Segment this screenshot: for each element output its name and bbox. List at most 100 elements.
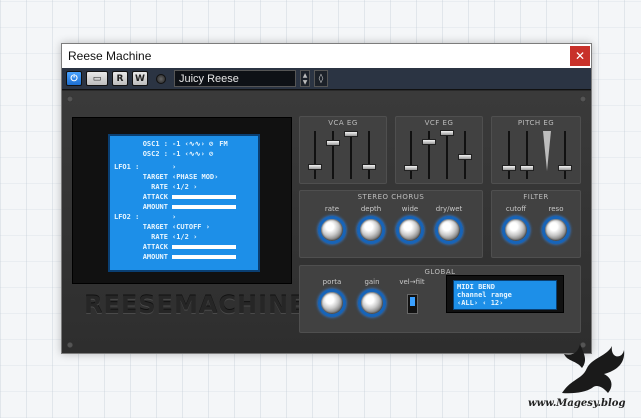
vca-sustain-slider[interactable] — [344, 131, 358, 137]
lfo1-rate-label: RATE — [151, 183, 168, 191]
gain-knob-label: gain — [364, 278, 380, 286]
lfo1-rate-value[interactable]: ‹1/2 › — [172, 182, 197, 192]
lfo2-value[interactable]: › — [172, 212, 176, 222]
lfo2-target-value[interactable]: ‹CUTOFF › — [172, 222, 210, 232]
slider-track — [508, 131, 510, 179]
pitch-eg-title: PITCH EG — [517, 119, 555, 127]
velfilt-group: vel→filt — [394, 278, 430, 289]
preset-name-field[interactable]: Juicy Reese — [174, 70, 296, 87]
depth-knob[interactable] — [357, 216, 385, 244]
depth-knob-group: depth — [353, 205, 389, 244]
title-bar: Reese Machine ✕ — [62, 44, 591, 68]
screw-icon — [580, 96, 586, 102]
wide-knob-group: wide — [392, 205, 428, 244]
slider-track — [314, 131, 316, 179]
osc2-label: OSC2 : — [142, 150, 168, 158]
watermark: www.Magesy.blog — [528, 398, 626, 409]
slider-track — [526, 131, 528, 179]
window-title: Reese Machine — [68, 49, 152, 63]
slider-track — [410, 131, 412, 179]
midi-display: MIDI BEND channel range ‹ALL› ‹ 12› — [453, 280, 557, 310]
vcf-attack-slider[interactable] — [404, 165, 418, 171]
preset-menu-button[interactable]: ◊ — [314, 70, 328, 87]
lfo2-rate-label: RATE — [151, 233, 168, 241]
vca-eg-section: VCA EG — [299, 116, 387, 184]
write-button[interactable]: W — [132, 71, 148, 86]
wide-knob[interactable] — [396, 216, 424, 244]
fm-label: FM — [219, 140, 228, 148]
vcf-eg-title: VCF EG — [424, 119, 454, 127]
lfo1-target-value[interactable]: ‹PHASE MOD› — [172, 172, 218, 182]
main-display-frame: OSC1 : -1 ‹∿∿› ⊘ FM OSC2 : -1 ‹∿∿› ⊘ LFO1 :… — [72, 117, 292, 284]
pitch-decay-slider[interactable] — [520, 165, 534, 171]
read-button[interactable]: R — [112, 71, 128, 86]
slider-track — [564, 131, 566, 179]
power-button[interactable]: ⏻ — [66, 71, 82, 86]
screw-icon — [67, 342, 73, 348]
gain-knob[interactable] — [358, 289, 386, 317]
vcf-sustain-slider[interactable] — [440, 130, 454, 136]
filter-section: FILTER cutoff reso — [491, 190, 581, 258]
lfo2-attack-bar[interactable] — [172, 245, 236, 249]
plugin-window: Reese Machine ✕ ⏻ ▭ R W Juicy Reese ▲ ▼ … — [61, 43, 592, 354]
preset-stepper[interactable]: ▲ ▼ — [300, 70, 310, 87]
drywet-knob[interactable] — [435, 216, 463, 244]
lfo2-rate-value[interactable]: ‹1/2 › — [172, 232, 197, 242]
midi-header-line1: MIDI BEND — [457, 283, 495, 291]
lfo2-amount-bar[interactable] — [172, 255, 236, 259]
toolbar: ⏻ ▭ R W Juicy Reese ▲ ▼ ◊ — [62, 68, 591, 90]
vcf-release-slider[interactable] — [458, 154, 472, 160]
lfo1-target-label: TARGET — [142, 173, 168, 181]
power-icon: ⏻ — [70, 73, 78, 84]
velfilt-toggle[interactable] — [407, 294, 418, 314]
lfo2-amount-label: AMOUNT — [142, 253, 168, 261]
midi-values-line[interactable]: ‹ALL› ‹ 12› — [457, 299, 553, 307]
lfo1-attack-bar[interactable] — [172, 195, 236, 199]
screw-icon — [67, 96, 73, 102]
synth-panel: OSC1 : -1 ‹∿∿› ⊘ FM OSC2 : -1 ‹∿∿› ⊘ LFO1 :… — [62, 91, 591, 353]
porta-knob-label: porta — [322, 278, 342, 286]
midi-display-frame: MIDI BEND channel range ‹ALL› ‹ 12› — [446, 275, 564, 313]
bypass-icon: ▭ — [92, 73, 102, 84]
osc2-value[interactable]: -1 ‹∿∿› ⊘ — [172, 149, 213, 159]
reso-knob-label: reso — [548, 205, 564, 213]
reso-knob-group: reso — [538, 205, 574, 244]
lfo1-value[interactable]: › — [172, 162, 176, 172]
velfilt-label: vel→filt — [399, 278, 425, 286]
rate-knob[interactable] — [318, 216, 346, 244]
brand-logo: REESEMACHINE — [84, 291, 307, 319]
lfo1-amount-label: AMOUNT — [142, 203, 168, 211]
up-arrow-icon: ▲ — [302, 71, 308, 79]
close-button[interactable]: ✕ — [570, 46, 590, 66]
porta-knob[interactable] — [318, 289, 346, 317]
cutoff-knob-group: cutoff — [498, 205, 534, 244]
depth-knob-label: depth — [360, 205, 382, 213]
pitch-attack-slider[interactable] — [502, 165, 516, 171]
vcf-decay-slider[interactable] — [422, 139, 436, 145]
porta-knob-group: porta — [314, 278, 350, 317]
drywet-knob-group: dry/wet — [431, 205, 467, 244]
midi-header-line2: channel range — [457, 291, 512, 299]
bypass-button[interactable]: ▭ — [86, 71, 108, 86]
lfo2-target-label: TARGET — [142, 223, 168, 231]
vca-decay-slider[interactable] — [326, 140, 340, 146]
dragon-logo-icon — [562, 344, 625, 394]
vca-attack-slider[interactable] — [308, 164, 322, 170]
global-section: GLOBAL porta gain vel→filt MIDI BEND cha… — [299, 265, 581, 333]
gain-knob-group: gain — [354, 278, 390, 317]
slider-track — [350, 131, 352, 179]
cutoff-knob[interactable] — [502, 216, 530, 244]
main-display: OSC1 : -1 ‹∿∿› ⊘ FM OSC2 : -1 ‹∿∿› ⊘ LFO1 :… — [108, 134, 260, 272]
lfo2-attack-label: ATTACK — [142, 243, 168, 251]
stereo-chorus-section: STEREO CHORUS rate depth wide dry/wet — [299, 190, 483, 258]
lfo1-amount-bar[interactable] — [172, 205, 236, 209]
osc1-value[interactable]: -1 ‹∿∿› ⊘ — [172, 139, 213, 149]
vca-release-slider[interactable] — [362, 164, 376, 170]
reso-knob[interactable] — [542, 216, 570, 244]
slider-track — [368, 131, 370, 179]
vcf-eg-section: VCF EG — [395, 116, 483, 184]
rate-knob-group: rate — [314, 205, 350, 244]
pitch-release-slider[interactable] — [558, 165, 572, 171]
toggle-indicator — [410, 297, 415, 306]
vca-eg-title: VCA EG — [328, 119, 358, 127]
